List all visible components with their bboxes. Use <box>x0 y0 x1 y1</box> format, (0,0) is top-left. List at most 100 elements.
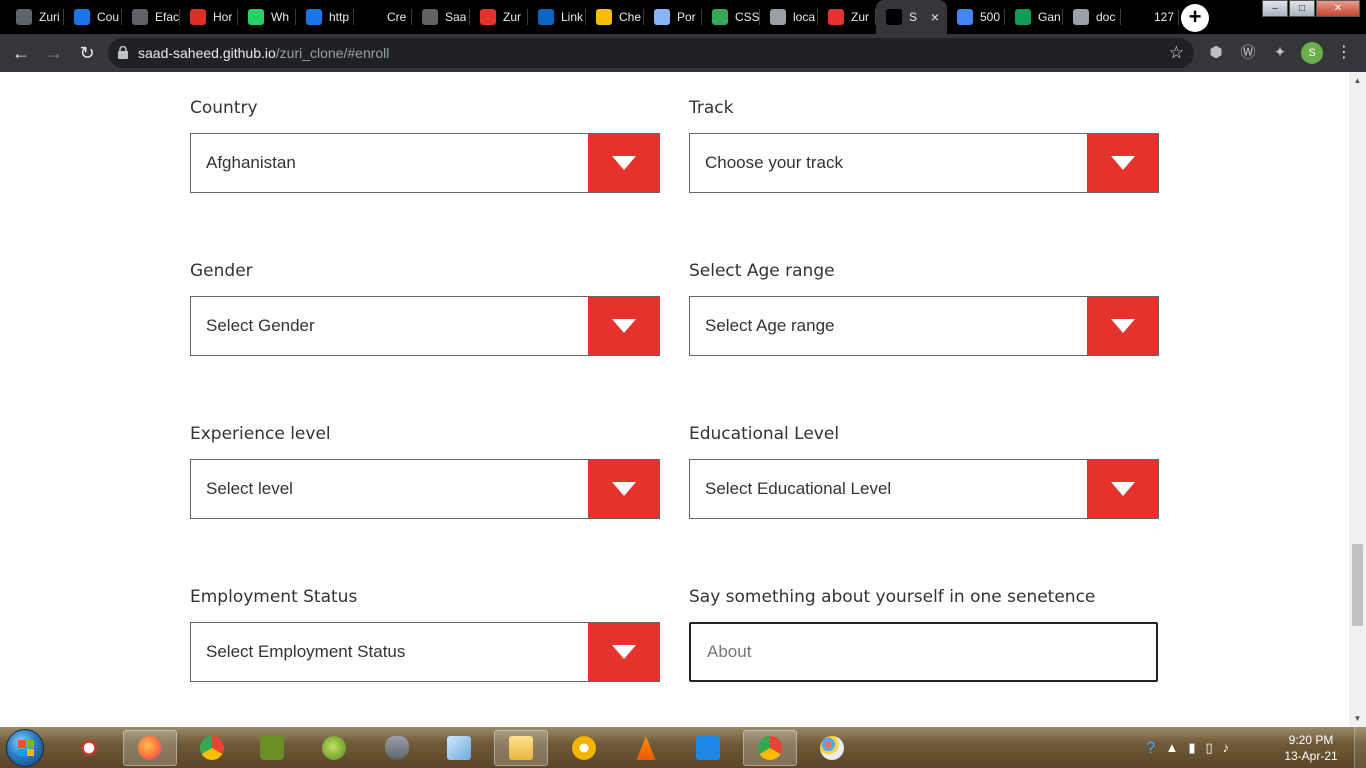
browser-tab[interactable]: CSS <box>702 0 760 34</box>
new-tab-button[interactable]: + <box>1181 4 1209 32</box>
about-label: Say something about yourself in one sene… <box>689 587 1096 607</box>
blank-icon <box>364 9 380 25</box>
country-select[interactable]: Afghanistan <box>190 133 660 193</box>
show-desktop-button[interactable] <box>1354 727 1366 768</box>
sheets-icon <box>1015 9 1031 25</box>
tab-title: http <box>329 10 350 24</box>
vlc-icon[interactable] <box>619 730 673 766</box>
browser-tab[interactable]: Che <box>586 0 644 34</box>
maximize-button[interactable]: □ <box>1289 0 1315 17</box>
track-field: Track Choose your track <box>689 97 1159 193</box>
browser-toolbar: ← → ↻ saad-saheed.github.io/zuri_clone/#… <box>0 34 1366 72</box>
dropdown-arrow-icon[interactable] <box>1087 134 1158 192</box>
window-controls: – □ ✕ <box>1261 0 1360 18</box>
dropdown-arrow-icon[interactable] <box>588 134 659 192</box>
close-tab-icon[interactable]: × <box>931 9 939 25</box>
profile-avatar[interactable]: S <box>1301 42 1323 64</box>
page-scrollbar[interactable]: ▲ ▼ <box>1349 72 1366 727</box>
scroll-down-arrow-icon[interactable]: ▼ <box>1349 710 1366 727</box>
pinecone-icon[interactable] <box>370 730 424 766</box>
address-bar[interactable]: saad-saheed.github.io/zuri_clone/#enroll… <box>108 38 1194 68</box>
scroll-thumb[interactable] <box>1352 544 1363 626</box>
tray-expand-icon[interactable]: ▲ <box>1165 740 1178 755</box>
browser-tab[interactable]: Zur <box>470 0 528 34</box>
browser-tab[interactable]: Link <box>528 0 586 34</box>
dropdown-arrow-icon[interactable] <box>588 460 659 518</box>
s-dot-icon <box>886 9 902 25</box>
tab-title: Link <box>561 10 584 24</box>
bookmark-star-icon[interactable]: ☆ <box>1169 43 1184 63</box>
employment-select[interactable]: Select Employment Status <box>190 622 660 682</box>
help-icon[interactable]: ? <box>1146 738 1155 758</box>
browser-tab[interactable]: Saa <box>412 0 470 34</box>
browser-tab[interactable]: Wh <box>238 0 296 34</box>
gender-select[interactable]: Select Gender <box>190 296 660 356</box>
browser-tab[interactable]: loca <box>760 0 818 34</box>
virtualbox-icon[interactable] <box>432 730 486 766</box>
start-button[interactable] <box>6 729 44 767</box>
tab-title: Zuri <box>39 10 60 24</box>
w-extension-icon[interactable]: Ⓦ <box>1237 42 1259 64</box>
experience-label: Experience level <box>190 424 331 444</box>
tab-title: 500 <box>980 10 1001 24</box>
chameleon-icon[interactable] <box>307 730 361 766</box>
chrome-taskbar-icon[interactable] <box>185 730 239 766</box>
browser-tab[interactable]: 127 <box>1121 0 1179 34</box>
cube-extension-icon[interactable]: ⬢ <box>1205 42 1227 64</box>
about-input[interactable] <box>689 622 1158 682</box>
grid-icon <box>770 9 786 25</box>
browser-tab[interactable]: Zuri <box>6 0 64 34</box>
system-clock[interactable]: 9:20 PM 13-Apr-21 <box>1278 732 1344 764</box>
scroll-up-arrow-icon[interactable]: ▲ <box>1349 72 1366 89</box>
url-path: /zuri_clone/#enroll <box>275 45 390 61</box>
browser-tab[interactable]: 500 <box>947 0 1005 34</box>
experience-select[interactable]: Select level <box>190 459 660 519</box>
dropdown-arrow-icon[interactable] <box>1087 460 1158 518</box>
whatsapp-icon <box>248 9 264 25</box>
dropdown-arrow-icon[interactable] <box>588 297 659 355</box>
chart-icon <box>712 9 728 25</box>
security-app-icon[interactable] <box>557 730 611 766</box>
paint-icon[interactable] <box>805 730 859 766</box>
app-window-icon[interactable] <box>681 730 735 766</box>
back-icon[interactable]: ← <box>9 41 33 65</box>
volume-icon[interactable]: ♪ <box>1223 740 1230 755</box>
tab-title: Che <box>619 10 642 24</box>
education-select[interactable]: Select Educational Level <box>689 459 1159 519</box>
browser-tab[interactable]: S × <box>876 0 947 34</box>
docs-icon <box>957 9 973 25</box>
employment-label: Employment Status <box>190 587 358 607</box>
forward-icon[interactable]: → <box>42 41 66 65</box>
education-field: Educational Level Select Educational Lev… <box>689 423 1159 519</box>
minimize-button[interactable]: – <box>1262 0 1288 17</box>
browser-tab[interactable]: Zur <box>818 0 876 34</box>
browser-tab[interactable]: http <box>296 0 354 34</box>
snipping-tool-icon[interactable] <box>62 730 116 766</box>
device-icon[interactable]: ▯ <box>1206 740 1213 756</box>
file-explorer-icon[interactable] <box>494 730 548 766</box>
browser-tab[interactable]: Cou <box>64 0 122 34</box>
dropdown-arrow-icon[interactable] <box>588 623 659 681</box>
browser-tab[interactable]: Por <box>644 0 702 34</box>
globe-icon <box>16 9 32 25</box>
dropdown-arrow-icon[interactable] <box>1087 297 1158 355</box>
s-dot-icon <box>1131 9 1147 25</box>
track-select[interactable]: Choose your track <box>689 133 1159 193</box>
firefox-icon[interactable] <box>123 730 177 766</box>
kebab-menu-icon[interactable]: ⋮ <box>1333 42 1355 64</box>
browser-tab[interactable]: Hor <box>180 0 238 34</box>
browser-tab[interactable]: Cre <box>354 0 412 34</box>
puzzle-extensions-icon[interactable]: ✦ <box>1269 42 1291 64</box>
linkedin-icon <box>538 9 554 25</box>
browser-tab[interactable]: Gan <box>1005 0 1063 34</box>
network-signal-icon[interactable]: ▮ <box>1188 740 1195 756</box>
browser-tab[interactable]: doc <box>1063 0 1121 34</box>
close-window-button[interactable]: ✕ <box>1316 0 1360 17</box>
windows-taskbar: ? ▲ ▮ ▯ ♪ 9:20 PM 13-Apr-21 <box>0 727 1366 768</box>
gender-field: Gender Select Gender <box>190 260 660 356</box>
browser-tab[interactable]: Efac <box>122 0 180 34</box>
reload-icon[interactable]: ↻ <box>75 41 99 65</box>
chrome-active-taskbar-icon[interactable] <box>743 730 797 766</box>
tools-app-icon[interactable] <box>245 730 299 766</box>
age-range-select[interactable]: Select Age range <box>689 296 1159 356</box>
